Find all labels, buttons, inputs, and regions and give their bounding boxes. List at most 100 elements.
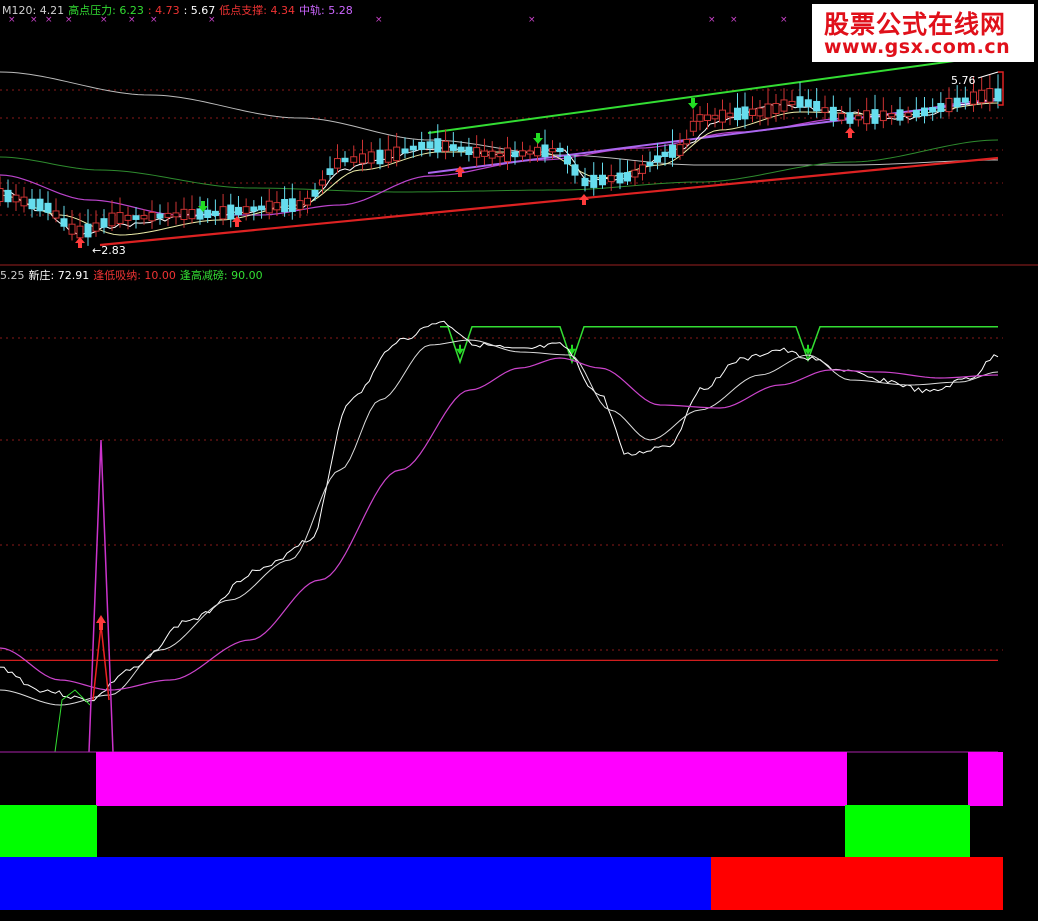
candle-body	[704, 114, 711, 122]
candle-body	[4, 189, 12, 203]
candle-body	[937, 102, 945, 112]
candle-body	[994, 88, 1002, 102]
candle-body	[156, 213, 164, 219]
high-price-pointer	[977, 71, 999, 79]
candle-body	[52, 210, 60, 219]
signal-band	[845, 805, 970, 858]
price-legend-item: 中轨: 5.28	[299, 4, 353, 17]
candle-body	[108, 212, 116, 227]
candle-body	[92, 222, 100, 232]
candle-body	[838, 113, 846, 121]
candle-body	[526, 150, 534, 155]
buy-arrow-icon	[579, 194, 589, 205]
candle-body	[504, 147, 511, 163]
candle-body	[409, 145, 417, 151]
price-legend-item: M120: 4.21	[2, 4, 65, 17]
candle-body	[376, 149, 384, 165]
candle-body	[829, 106, 837, 121]
candle-body	[211, 210, 219, 216]
candle-body	[676, 144, 684, 156]
candle-body	[711, 114, 719, 120]
candle-body	[696, 114, 704, 122]
candle-body	[434, 138, 442, 153]
candle-body	[590, 174, 598, 188]
candle-body	[741, 106, 749, 120]
candle-body	[607, 175, 615, 183]
candle-body	[288, 198, 296, 212]
candle-body	[896, 109, 904, 121]
candle-body	[646, 161, 654, 167]
indicator-legend-item: 5.25	[0, 269, 25, 282]
candle-body	[341, 157, 349, 163]
candle-body	[188, 209, 196, 220]
candle-body	[418, 141, 426, 150]
signal-band	[711, 857, 1003, 910]
candle-body	[140, 214, 148, 220]
candle-body	[319, 179, 326, 186]
candle-body	[265, 200, 273, 214]
buy-arrow-icon	[845, 127, 855, 138]
marker-x: ×	[780, 15, 788, 25]
candle-body	[172, 212, 180, 218]
watermark-logo: 股票公式在线网 www.gsx.com.cn	[812, 4, 1034, 62]
candle-body	[12, 194, 20, 203]
indicator-legend: 5.25 新庄: 72.91 逢低吸纳: 10.00 逢高减磅: 90.00	[0, 267, 267, 283]
candle-body	[788, 100, 796, 106]
candle-body	[581, 177, 589, 187]
sell-arrow-icon	[688, 98, 698, 109]
price-legend-item: 高点压力: 6.23	[68, 4, 144, 17]
stock-chart-svg: × × × × × × × × × × × × ×5.76←2.83	[0, 15, 1038, 910]
chart-stage: × × × × × × × × × × × × × 5.76 ←2.83 M120: 4.21 高点压力: 6…	[0, 0, 1038, 917]
candle-body	[350, 156, 358, 163]
marker-x: ×	[730, 15, 738, 25]
candle-body	[904, 112, 912, 117]
candle-body	[100, 218, 108, 228]
candle-body	[689, 120, 697, 132]
price-legend-item: 低点支撑: 4.34	[219, 4, 295, 17]
signal-band	[96, 752, 847, 806]
aux-green-line	[0, 689, 91, 753]
candle-body	[384, 149, 392, 163]
high-price-label: 5.76	[951, 74, 976, 87]
candle-body	[227, 204, 235, 220]
candle-body	[639, 164, 646, 174]
candle-body	[519, 150, 526, 157]
candle-body	[726, 112, 734, 118]
candle-body	[234, 206, 242, 216]
candle-body	[534, 146, 541, 157]
candle-body	[549, 148, 556, 153]
candle-body	[813, 100, 821, 112]
candle-body	[571, 164, 579, 176]
candle-body	[148, 211, 156, 222]
candle-body	[250, 206, 258, 212]
candle-body	[84, 223, 92, 238]
sell-arrow-icon	[533, 133, 543, 144]
candle-body	[44, 202, 52, 213]
candle-body	[496, 152, 504, 158]
candle-body	[854, 115, 862, 121]
candle-body	[304, 197, 311, 206]
candle-body	[367, 151, 375, 164]
marker-x: ×	[528, 15, 536, 25]
candle-body	[879, 110, 887, 122]
candle-body	[68, 223, 76, 235]
candle-body	[334, 158, 341, 169]
signal-band	[0, 857, 711, 910]
k-line	[0, 320, 999, 703]
candle-body	[180, 208, 188, 221]
candle-body	[204, 209, 212, 218]
candle-body	[511, 151, 519, 158]
candle-body	[871, 109, 879, 124]
indicator-legend-item: 逢低吸纳: 10.00	[93, 269, 176, 282]
candle-body	[480, 150, 488, 157]
candle-body	[986, 88, 994, 103]
candle-body	[0, 188, 4, 202]
candle-body	[281, 198, 289, 213]
candle-body	[945, 97, 953, 113]
indicator-legend-item: 新庄: 72.91	[28, 269, 90, 282]
spike-magenta	[88, 439, 114, 753]
candle-body	[912, 109, 920, 118]
candle-body	[457, 146, 465, 152]
candle-body	[734, 107, 741, 121]
marker-x: ×	[708, 15, 716, 25]
